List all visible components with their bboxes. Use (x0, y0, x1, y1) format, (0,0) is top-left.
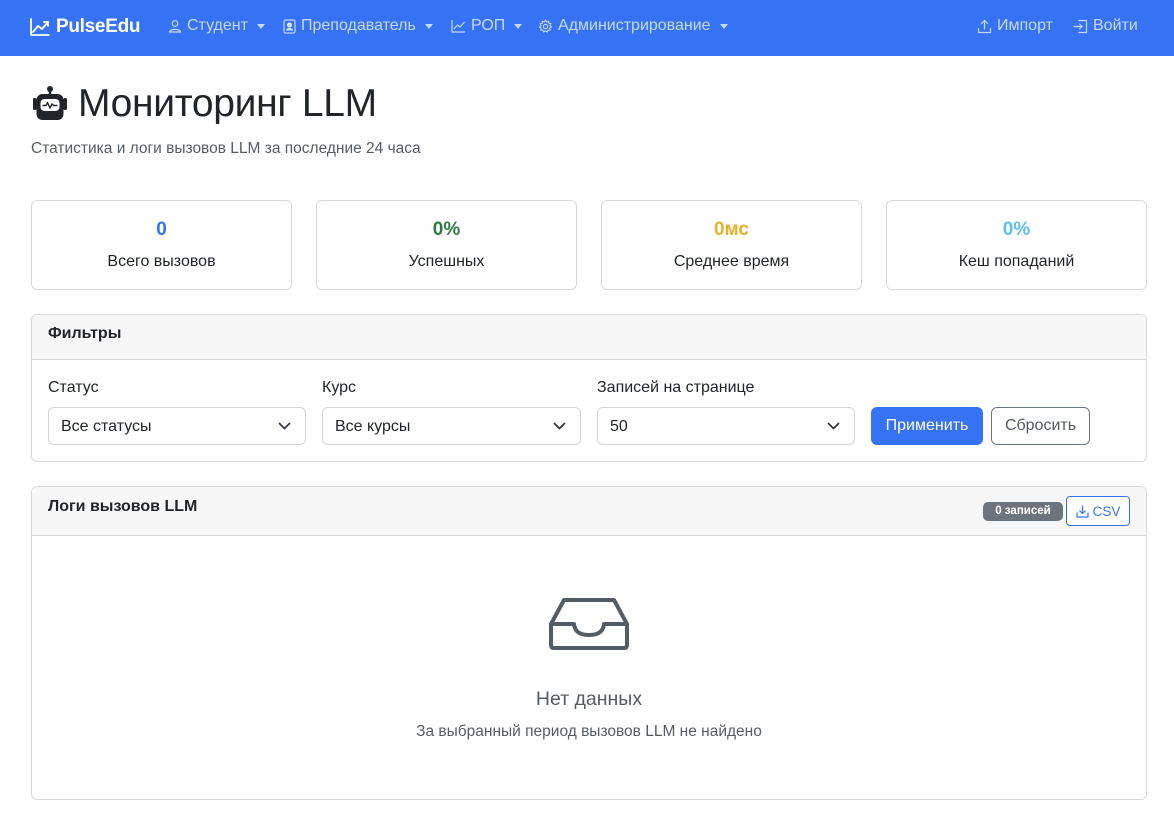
top-navbar: PulseEdu Студент Преподаватель РОП Админ… (0, 0, 1174, 56)
status-filter-label: Статус (48, 379, 99, 396)
caret-down-icon (514, 24, 523, 29)
nav-rop-label: РОП (471, 17, 506, 34)
brand-name: PulseEdu (56, 16, 141, 37)
filters-card: Фильтры Статус Все статусы Курс Все курс… (31, 314, 1147, 462)
person-icon (168, 20, 182, 33)
stat-value: 0% (432, 219, 461, 240)
stat-label: Всего вызовов (107, 253, 216, 270)
nav-admin-label: Администрирование (558, 17, 711, 34)
per-page-select-value: 50 (610, 418, 628, 435)
page-subtitle: Статистика и логи вызовов LLM за последн… (31, 140, 421, 157)
graph-icon (451, 20, 465, 33)
nav-login-link[interactable]: Войти (1073, 17, 1138, 35)
caret-down-icon (719, 24, 728, 29)
chevron-down-icon (827, 422, 840, 430)
logs-title: Логи вызовов LLM (48, 498, 198, 515)
course-select[interactable]: Все курсы (322, 407, 581, 445)
graph-up-icon (30, 18, 50, 36)
brand-link[interactable]: PulseEdu (30, 16, 140, 38)
per-page-filter-label: Записей на странице (597, 379, 755, 396)
stat-value: 0мс (714, 219, 749, 240)
nav-import-label: Импорт (997, 17, 1053, 34)
inbox-icon (549, 598, 629, 650)
stat-value: 0% (1002, 219, 1031, 240)
nav-teacher-label: Преподаватель (301, 17, 416, 34)
reset-button[interactable]: Сбросить (991, 407, 1090, 445)
nav-teacher-dropdown[interactable]: Преподаватель (283, 17, 433, 35)
caret-down-icon (424, 24, 433, 29)
stat-card-cache-hits: 0% Кеш попаданий (886, 200, 1147, 290)
stat-card-avg-time: 0мс Среднее время (601, 200, 862, 290)
robot-icon (33, 86, 67, 120)
csv-export-button[interactable]: CSV (1066, 496, 1130, 526)
page-title: Мониторинг LLM (30, 82, 377, 126)
stat-label: Среднее время (673, 253, 790, 270)
course-filter-label: Курс (322, 379, 357, 396)
nav-student-dropdown[interactable]: Студент (168, 17, 265, 35)
nav-import-link[interactable]: Импорт (977, 17, 1053, 35)
chevron-down-icon (278, 422, 291, 430)
stat-label: Кеш попаданий (958, 253, 1075, 270)
empty-state-title: Нет данных (535, 688, 643, 710)
download-icon (1076, 504, 1089, 518)
page-heading: Мониторинг LLM (78, 82, 377, 125)
caret-down-icon (256, 24, 265, 29)
gear-icon (538, 18, 553, 33)
badge-icon (283, 18, 296, 34)
logs-card: Логи вызовов LLM 0 записей CSV Нет данны… (31, 486, 1147, 800)
nav-login-label: Войти (1093, 17, 1138, 34)
per-page-select[interactable]: 50 (597, 407, 855, 445)
filters-title: Фильтры (48, 325, 122, 342)
empty-state-subtitle: За выбранный период вызовов LLM не найде… (416, 723, 762, 740)
nav-admin-dropdown[interactable]: Администрирование (538, 17, 728, 35)
filters-header: Фильтры (32, 315, 1146, 360)
stat-label: Успешных (408, 253, 485, 270)
stat-card-total-calls: 0 Всего вызовов (31, 200, 292, 290)
upload-icon (977, 19, 992, 33)
apply-button[interactable]: Применить (871, 407, 983, 445)
status-select[interactable]: Все статусы (48, 407, 306, 445)
logs-header: Логи вызовов LLM 0 записей CSV (32, 487, 1146, 536)
nav-student-label: Студент (187, 17, 248, 34)
stat-card-success: 0% Успешных (316, 200, 577, 290)
records-count-badge: 0 записей (983, 502, 1063, 521)
nav-rop-dropdown[interactable]: РОП (451, 17, 523, 35)
csv-export-label: CSV (1092, 503, 1121, 519)
status-select-value: Все статусы (61, 418, 152, 435)
stat-value: 0 (156, 219, 167, 240)
chevron-down-icon (553, 422, 566, 430)
course-select-value: Все курсы (335, 418, 411, 435)
login-icon (1073, 19, 1088, 33)
